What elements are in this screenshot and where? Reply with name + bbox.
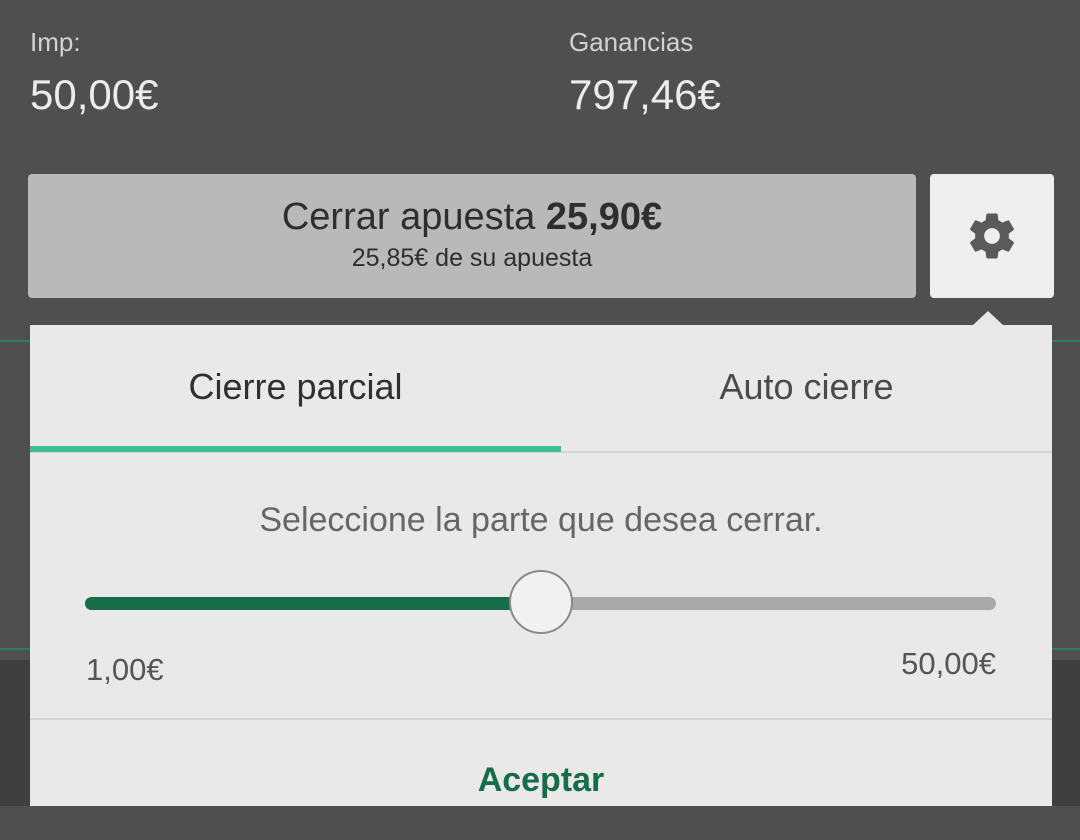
instruction-text: Seleccione la parte que desea cerrar.: [259, 501, 823, 539]
slider-max-label: 50,00€: [901, 646, 996, 681]
gear-icon: [970, 213, 1014, 259]
cashout-amount: 25,90€: [545, 196, 663, 238]
accept-button[interactable]: Aceptar: [30, 720, 1052, 806]
cashout-settings-popover: Cierre parcial Auto cierre Seleccione la…: [30, 325, 1052, 806]
popover-arrow: [972, 311, 1004, 326]
tab-auto-close[interactable]: Auto cierre: [561, 325, 1052, 451]
slider-min-label: 1,00€: [86, 652, 164, 687]
amount-slider-fill: [85, 597, 541, 610]
background-panel-left: [0, 660, 30, 806]
cashout-button[interactable]: Cerrar apuesta 25,90€ 25,85€ de su apues…: [28, 174, 916, 298]
cashout-label: Cerrar apuesta: [281, 196, 536, 238]
background-panel-right: [1052, 660, 1080, 806]
winnings-label: Ganancias: [569, 27, 694, 57]
tab-bar: Cierre parcial Auto cierre: [30, 325, 1052, 453]
amount-slider-thumb[interactable]: [508, 570, 573, 634]
winnings-value: 797,46€: [569, 71, 721, 118]
settings-button[interactable]: [930, 174, 1054, 298]
cashout-subtext: 25,85€ de su apuesta: [351, 244, 593, 272]
tab-partial-close[interactable]: Cierre parcial: [30, 325, 561, 451]
stake-value: 50,00€: [30, 71, 159, 118]
cashout-title: Cerrar apuesta 25,90€: [28, 194, 916, 240]
stake-label: Imp:: [30, 27, 81, 57]
active-tab-indicator: [30, 446, 561, 452]
